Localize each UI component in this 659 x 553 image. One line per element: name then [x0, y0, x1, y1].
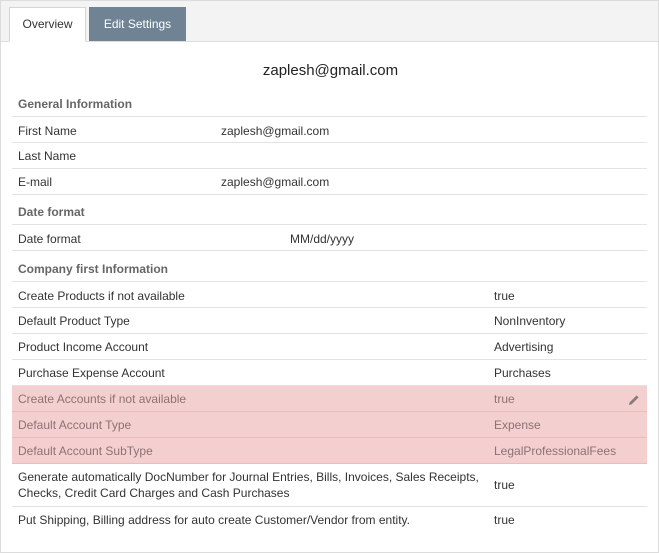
section-heading-company: Company first Information	[18, 262, 169, 276]
table-row-highlighted[interactable]: Default Account Type Expense	[12, 412, 647, 438]
table-row: First Name zaplesh@gmail.com	[12, 116, 647, 143]
pencil-icon[interactable]	[628, 394, 640, 406]
table-row: Date format MM/dd/yyyy	[12, 224, 647, 251]
row-value: true	[494, 392, 515, 406]
table-row-highlighted[interactable]: Default Account SubType LegalProfessiona…	[12, 438, 647, 464]
row-label: Create Accounts if not available	[18, 392, 187, 406]
table-row: Product Income Account Advertising	[12, 334, 647, 360]
row-value: LegalProfessionalFees	[494, 444, 617, 458]
table-row: Generate automatically DocNumber for Jou…	[12, 464, 647, 507]
row-value: NonInventory	[494, 314, 566, 328]
row-label-line2: Checks, Credit Card Charges and Cash Pur…	[18, 486, 290, 500]
row-label: E-mail	[18, 175, 53, 189]
row-label: Date format	[18, 232, 81, 246]
table-row: Last Name	[12, 143, 647, 169]
table-row: E-mail zaplesh@gmail.com	[12, 169, 647, 195]
table-row: Default Product Type NonInventory	[12, 308, 647, 334]
row-value: Expense	[494, 418, 541, 432]
table-row: Put Shipping, Billing address for auto c…	[12, 507, 647, 534]
settings-panel: Overview Edit Settings zaplesh@gmail.com…	[0, 0, 659, 553]
row-label: Put Shipping, Billing address for auto c…	[18, 513, 410, 527]
table-row: Create Products if not available true	[12, 281, 647, 308]
section-heading-date-format: Date format	[18, 205, 85, 219]
row-value: true	[494, 478, 515, 492]
row-value: Purchases	[494, 366, 551, 380]
row-label: Last Name	[18, 149, 77, 163]
row-label: Default Product Type	[18, 314, 130, 328]
tab-edit-settings[interactable]: Edit Settings	[89, 7, 186, 41]
row-label: Purchase Expense Account	[18, 366, 165, 380]
row-label: First Name	[18, 124, 77, 138]
table-row: Purchase Expense Account Purchases	[12, 360, 647, 386]
row-value: zaplesh@gmail.com	[221, 124, 330, 138]
tab-bar: Overview Edit Settings	[1, 1, 658, 42]
row-label-line1: Generate automatically DocNumber for Jou…	[18, 470, 479, 484]
tab-overview[interactable]: Overview	[9, 7, 86, 42]
row-value: zaplesh@gmail.com	[221, 175, 330, 189]
row-label: Default Account Type	[18, 418, 132, 432]
row-label: Product Income Account	[18, 340, 149, 354]
section-heading-general: General Information	[18, 97, 133, 111]
page-title: zaplesh@gmail.com	[262, 62, 399, 79]
row-value: true	[494, 513, 515, 527]
row-value: true	[494, 289, 515, 303]
row-label: Create Products if not available	[18, 289, 185, 303]
table-row-highlighted[interactable]: Create Accounts if not available true	[12, 386, 647, 412]
row-value: MM/dd/yyyy	[290, 232, 355, 246]
row-value: Advertising	[494, 340, 554, 354]
row-label: Default Account SubType	[18, 444, 153, 458]
